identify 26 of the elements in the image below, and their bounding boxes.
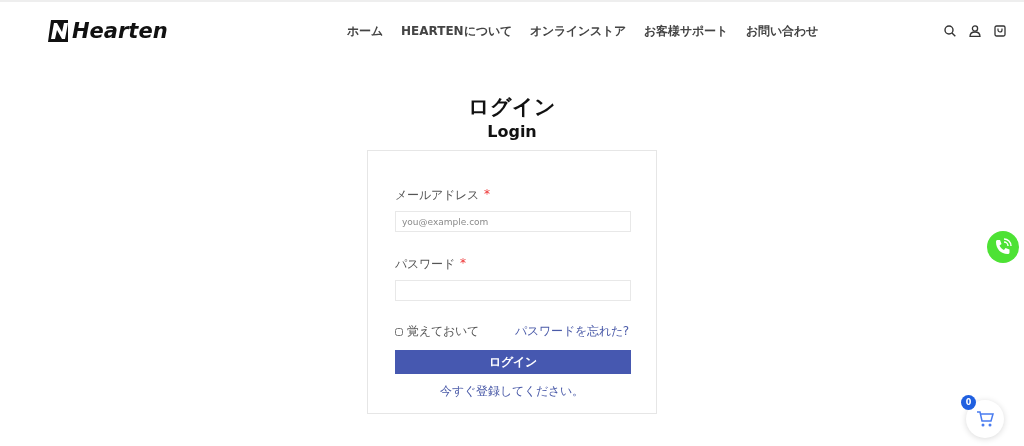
cart-count-badge: 0 xyxy=(961,395,976,410)
nav-link[interactable]: オンラインストア xyxy=(529,22,626,40)
page-title: ログイン xyxy=(468,94,556,120)
cart-button[interactable] xyxy=(966,400,1004,438)
logo-text[interactable]: Hearten xyxy=(72,19,168,43)
input-field[interactable]: you@example.com xyxy=(395,211,631,232)
page-subtitle: Login xyxy=(487,122,537,142)
search-icon[interactable] xyxy=(944,25,956,37)
cart-icon xyxy=(976,410,994,428)
field-label: メールアドレス xyxy=(395,187,479,204)
nav-link[interactable]: お客様サポート xyxy=(643,22,728,40)
nav-link[interactable]: お問い合わせ xyxy=(745,22,818,40)
logo-mark-icon xyxy=(47,19,69,43)
required-mark: * xyxy=(484,187,490,203)
login-button[interactable]: ログイン xyxy=(395,350,631,374)
register-link[interactable]: 今すぐ登録してください。 xyxy=(440,384,584,398)
remember-checkbox[interactable] xyxy=(395,327,403,336)
phone-icon xyxy=(994,238,1012,256)
field-label: パスワード xyxy=(395,256,455,273)
required-mark: * xyxy=(460,256,466,272)
forgot-password-link[interactable]: パスワードを忘れた? xyxy=(514,323,629,340)
bag-icon[interactable] xyxy=(994,25,1006,37)
nav-link[interactable]: HEARTENについて xyxy=(401,22,512,40)
remember-label: 覚えておいて xyxy=(407,323,479,340)
user-icon[interactable] xyxy=(969,25,981,37)
nav-link[interactable]: ホーム xyxy=(347,22,383,40)
